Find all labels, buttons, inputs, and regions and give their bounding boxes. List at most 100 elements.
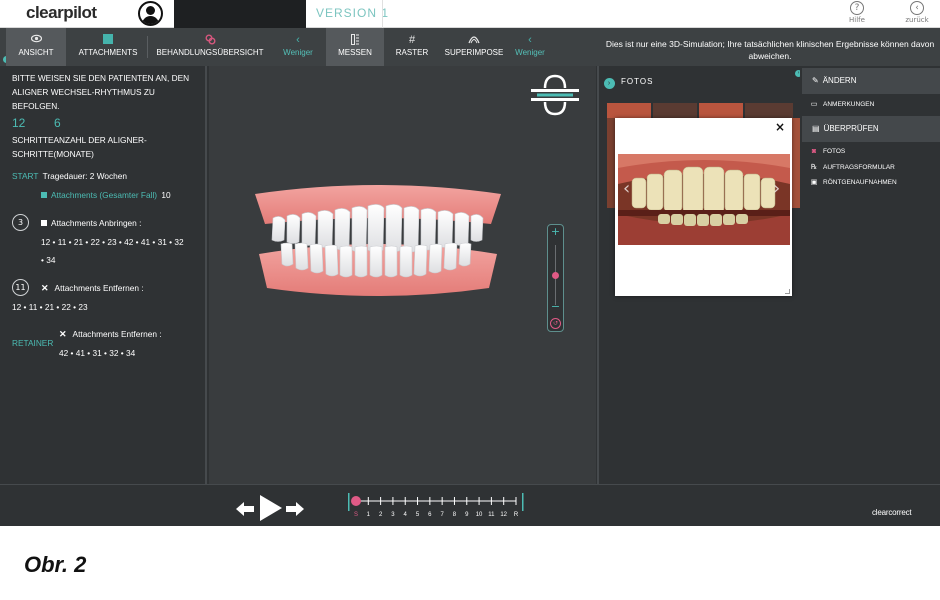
timeline-label[interactable]: 7 bbox=[437, 512, 447, 518]
tab-ansicht[interactable]: ANSICHT bbox=[6, 28, 66, 66]
next-step-button[interactable] bbox=[286, 501, 304, 520]
menu-item-roentgenaufnahmen[interactable]: ▣ RÖNTGENAUFNAHMEN bbox=[810, 178, 897, 186]
version-label[interactable]: VERSION 1 bbox=[316, 6, 389, 20]
collapse-left-button[interactable]: ‹ Weniger bbox=[274, 28, 322, 66]
arrow-right-icon bbox=[286, 502, 304, 516]
chevron-right-icon: › bbox=[604, 78, 615, 89]
help-button[interactable]: ? Hilfe bbox=[842, 1, 872, 24]
teeth-3d-model[interactable] bbox=[253, 182, 503, 300]
superimpose-icon bbox=[440, 34, 508, 48]
app-logo: clearpilot bbox=[26, 3, 97, 22]
steps-label: SCHRITTEANZAHL DER ALIGNER-SCHRITTE(MONA… bbox=[12, 135, 147, 159]
tab-attachments[interactable]: ATTACHMENTS bbox=[74, 28, 142, 66]
close-icon[interactable]: × bbox=[775, 120, 785, 134]
eye-icon bbox=[6, 34, 66, 48]
document-icon: ▤ bbox=[812, 124, 820, 133]
arrow-left-icon bbox=[236, 502, 254, 516]
start-label: START bbox=[12, 171, 39, 181]
ruler-icon bbox=[326, 34, 384, 48]
timeline-handle bbox=[351, 496, 361, 506]
tab-superimpose[interactable]: SUPERIMPOSE bbox=[440, 28, 508, 66]
simulation-notice: Dies ist nur eine 3D-Simulation; Ihre ta… bbox=[605, 39, 935, 61]
pencil-icon: ✎ bbox=[812, 76, 819, 85]
top-bar: clearpilot VERSION 1 ? Hilfe ‹ zurück bbox=[0, 0, 940, 28]
zoom-slider-handle[interactable] bbox=[552, 271, 559, 279]
link-icon bbox=[152, 34, 268, 48]
next-photo-icon[interactable]: › bbox=[773, 178, 780, 199]
zoom-control[interactable]: + − ↺ bbox=[547, 224, 564, 332]
timeline-label[interactable]: 5 bbox=[413, 512, 423, 518]
chevron-left-icon: ‹ bbox=[296, 34, 300, 46]
app-window: clearpilot VERSION 1 ? Hilfe ‹ zurück › … bbox=[0, 0, 940, 526]
collapse-right-button[interactable]: ‹ Weniger bbox=[508, 28, 552, 66]
menu-item-anmerkungen[interactable]: ▭ ANMERKUNGEN bbox=[810, 100, 875, 108]
instruction-text: BITTE WEISEN SIE DEN PATIENTEN AN, DEN A… bbox=[12, 73, 190, 111]
photo-thumbnail[interactable] bbox=[745, 103, 793, 118]
reset-view-icon[interactable]: ↺ bbox=[550, 318, 561, 329]
square-icon bbox=[41, 192, 47, 198]
photo-thumbnail[interactable] bbox=[607, 103, 651, 118]
main-toolbar: › ANSICHT ATTACHMENTS BEHANDLUNGSÜBERSIC… bbox=[0, 28, 940, 66]
zoom-out-button[interactable]: − bbox=[548, 301, 563, 313]
photo-thumbnail[interactable] bbox=[699, 103, 743, 118]
timeline-label[interactable]: 8 bbox=[449, 512, 459, 518]
photos-panel: › FOTOS › × ‹ › bbox=[597, 66, 802, 484]
previous-photo-icon[interactable]: ‹ bbox=[623, 178, 630, 199]
timeline-end-edge bbox=[522, 493, 524, 511]
menu-item-auftragsformular[interactable]: ℞ AUFTRAGSFORMULAR bbox=[810, 163, 895, 171]
divider bbox=[147, 36, 148, 58]
photo-thumbnail[interactable] bbox=[653, 103, 697, 118]
previous-step-button[interactable] bbox=[236, 501, 254, 520]
retainer-remove-label: ✕ Attachments Entfernen : bbox=[59, 329, 162, 339]
zoom-in-button[interactable]: + bbox=[548, 226, 563, 238]
timeline-start-edge bbox=[348, 493, 350, 511]
retainer-label: RETAINER bbox=[12, 338, 54, 348]
3d-viewer[interactable]: + − ↺ bbox=[209, 66, 596, 484]
tab-raster[interactable]: # RASTER bbox=[390, 28, 434, 66]
remove-teeth-list: 12 • 11 • 21 • 22 • 23 bbox=[12, 302, 88, 312]
tab-messen[interactable]: MESSEN bbox=[326, 28, 384, 66]
actions-panel: ✎ ÄNDERN ▭ ANMERKUNGEN ▤ ÜBERPRÜFEN ◙ FOTOS … bbox=[800, 66, 940, 484]
camera-icon: ◙ bbox=[811, 148, 817, 155]
question-icon: ? bbox=[850, 1, 864, 15]
play-button[interactable] bbox=[258, 495, 282, 525]
chevron-left-icon: ‹ bbox=[528, 34, 532, 46]
apply-teeth-list: 12 • 11 • 21 • 22 • 23 • 42 • 41 • 31 • … bbox=[41, 237, 184, 247]
tab-behandlungsuebersicht[interactable]: BEHANDLUNGSÜBERSICHT bbox=[152, 28, 268, 66]
section-ueberpruefen[interactable]: ▤ ÜBERPRÜFEN bbox=[802, 116, 940, 142]
timeline-label[interactable]: 1 bbox=[363, 512, 373, 518]
timeline-label[interactable]: 9 bbox=[462, 512, 472, 518]
timeline-label[interactable]: 2 bbox=[376, 512, 386, 518]
x-icon: ✕ bbox=[59, 329, 67, 339]
photo-preview-modal: × ‹ › bbox=[615, 118, 792, 296]
start-row: START Tragedauer: 2 Wochen bbox=[12, 169, 127, 183]
grid-icon: # bbox=[408, 34, 416, 46]
section-aendern[interactable]: ✎ ÄNDERN bbox=[802, 68, 940, 94]
photos-header[interactable]: › FOTOS bbox=[604, 77, 653, 89]
user-avatar[interactable] bbox=[138, 1, 163, 26]
retainer-teeth-list: 42 • 41 • 31 • 32 • 34 bbox=[59, 348, 136, 358]
apply-attachments-label: Attachments Anbringen : bbox=[41, 216, 141, 230]
menu-item-fotos[interactable]: ◙ FOTOS bbox=[810, 148, 845, 155]
back-button[interactable]: ‹ zurück bbox=[902, 1, 932, 24]
timeline-label[interactable]: S bbox=[351, 512, 361, 518]
timeline-label[interactable]: 4 bbox=[400, 512, 410, 518]
jaw-view-toggle-icon[interactable] bbox=[531, 74, 579, 120]
timeline-label[interactable]: 12 bbox=[499, 512, 509, 518]
apply-teeth-list-2: • 34 bbox=[41, 255, 56, 265]
step-timeline[interactable]: S 1 2 3 4 5 6 7 8 9 10 11 12 R bbox=[348, 493, 524, 523]
timeline-label[interactable]: 6 bbox=[425, 512, 435, 518]
timeline-label[interactable]: 11 bbox=[486, 512, 496, 518]
attachments-total-row: Attachments (Gesamter Fall) 10 bbox=[41, 188, 171, 202]
divider bbox=[382, 0, 383, 28]
play-icon bbox=[260, 495, 282, 521]
resize-handle-icon[interactable] bbox=[785, 289, 790, 294]
timeline-label[interactable]: R bbox=[511, 512, 521, 518]
xray-icon: ▣ bbox=[810, 179, 818, 186]
apply-step-badge: 3 bbox=[12, 214, 29, 231]
timeline-label[interactable]: 10 bbox=[474, 512, 484, 518]
timeline-label[interactable]: 3 bbox=[388, 512, 398, 518]
treatment-info-panel: BITTE WEISEN SIE DEN PATIENTEN AN, DEN A… bbox=[0, 66, 207, 484]
figure-caption: Obr. 2 bbox=[24, 552, 87, 577]
square-icon bbox=[41, 220, 47, 226]
